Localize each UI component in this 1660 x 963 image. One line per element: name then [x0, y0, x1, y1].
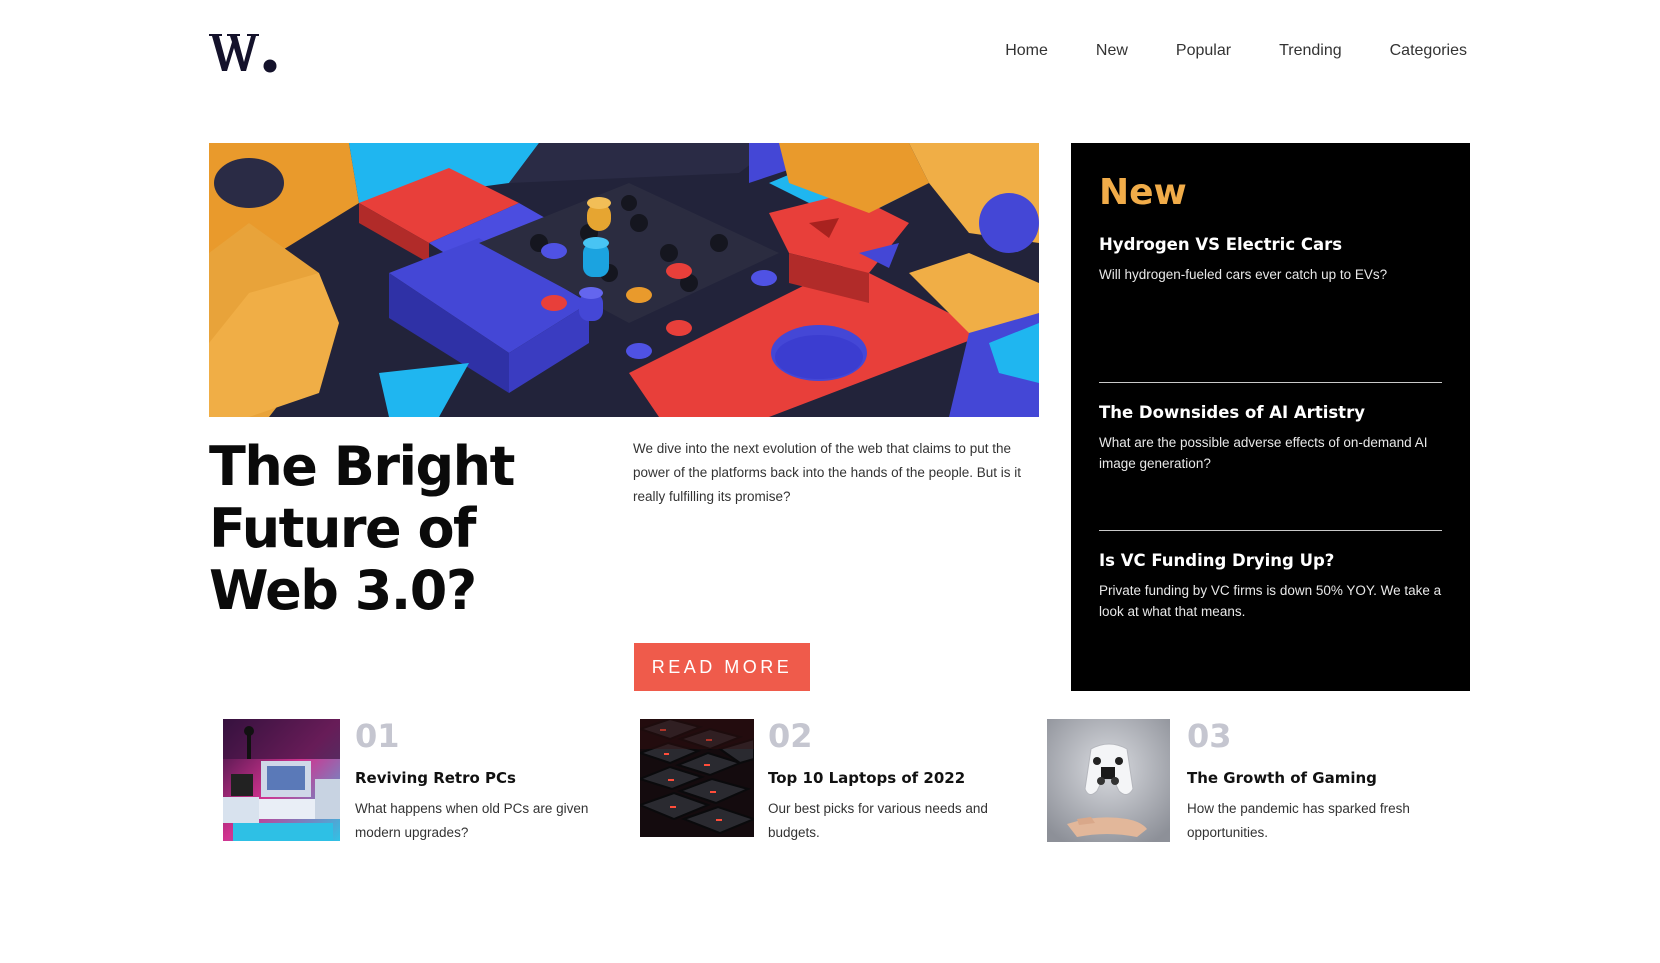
new-item-desc: What are the possible adverse effects of…: [1099, 435, 1428, 471]
new-item: Is VC Funding Drying Up? Private funding…: [1099, 531, 1442, 679]
new-item-title[interactable]: The Downsides of AI Artistry: [1099, 403, 1442, 422]
article-card: 02 Top 10 Laptops of 2022 Our best picks…: [640, 719, 1020, 843]
site-header: Home New Popular Trending Categories: [209, 28, 1467, 78]
new-item: The Downsides of AI Artistry What are th…: [1099, 383, 1442, 531]
new-item-desc: Private funding by VC firms is down 50% …: [1099, 583, 1442, 619]
gaming-controller-image[interactable]: [1047, 719, 1170, 842]
article-card: 01 Reviving Retro PCs What happens when …: [223, 719, 603, 843]
retro-pc-image[interactable]: [223, 719, 340, 841]
site-logo[interactable]: [209, 28, 281, 78]
read-more-button[interactable]: READ MORE: [634, 643, 810, 691]
article-title[interactable]: Reviving Retro PCs: [355, 769, 516, 787]
new-item-title[interactable]: Is VC Funding Drying Up?: [1099, 551, 1442, 570]
article-desc: How the pandemic has sparked fresh oppor…: [1187, 801, 1410, 840]
article-title[interactable]: Top 10 Laptops of 2022: [768, 769, 965, 787]
nav-new[interactable]: New: [1096, 42, 1128, 60]
nav-popular[interactable]: Popular: [1176, 42, 1231, 60]
new-heading: New: [1099, 172, 1187, 213]
article-title[interactable]: The Growth of Gaming: [1187, 769, 1377, 787]
new-item-title[interactable]: Hydrogen VS Electric Cars: [1099, 235, 1442, 254]
article-number: 02: [768, 717, 813, 755]
hero-image: [209, 143, 1039, 417]
hero-description: We dive into the next evolution of the w…: [633, 441, 1021, 504]
new-item: Hydrogen VS Electric Cars Will hydrogen-…: [1099, 235, 1442, 383]
hero-headline: The Bright Future of Web 3.0?: [209, 435, 515, 622]
article-number: 01: [355, 717, 400, 755]
article-desc: What happens when old PCs are given mode…: [355, 801, 589, 840]
article-desc: Our best picks for various needs and bud…: [768, 801, 988, 840]
nav-trending[interactable]: Trending: [1279, 42, 1342, 60]
article-card: 03 The Growth of Gaming How the pandemic…: [1047, 719, 1467, 843]
nav-home[interactable]: Home: [1005, 42, 1048, 60]
nav-categories[interactable]: Categories: [1390, 42, 1467, 60]
featured-articles: 01 Reviving Retro PCs What happens when …: [223, 719, 1473, 843]
main-nav: Home New Popular Trending Categories: [1005, 42, 1467, 60]
laptop-keyboard-image[interactable]: [640, 719, 754, 837]
new-item-desc: Will hydrogen-fueled cars ever catch up …: [1099, 267, 1388, 282]
new-articles-panel: New Hydrogen VS Electric Cars Will hydro…: [1071, 143, 1470, 691]
article-number: 03: [1187, 717, 1232, 755]
